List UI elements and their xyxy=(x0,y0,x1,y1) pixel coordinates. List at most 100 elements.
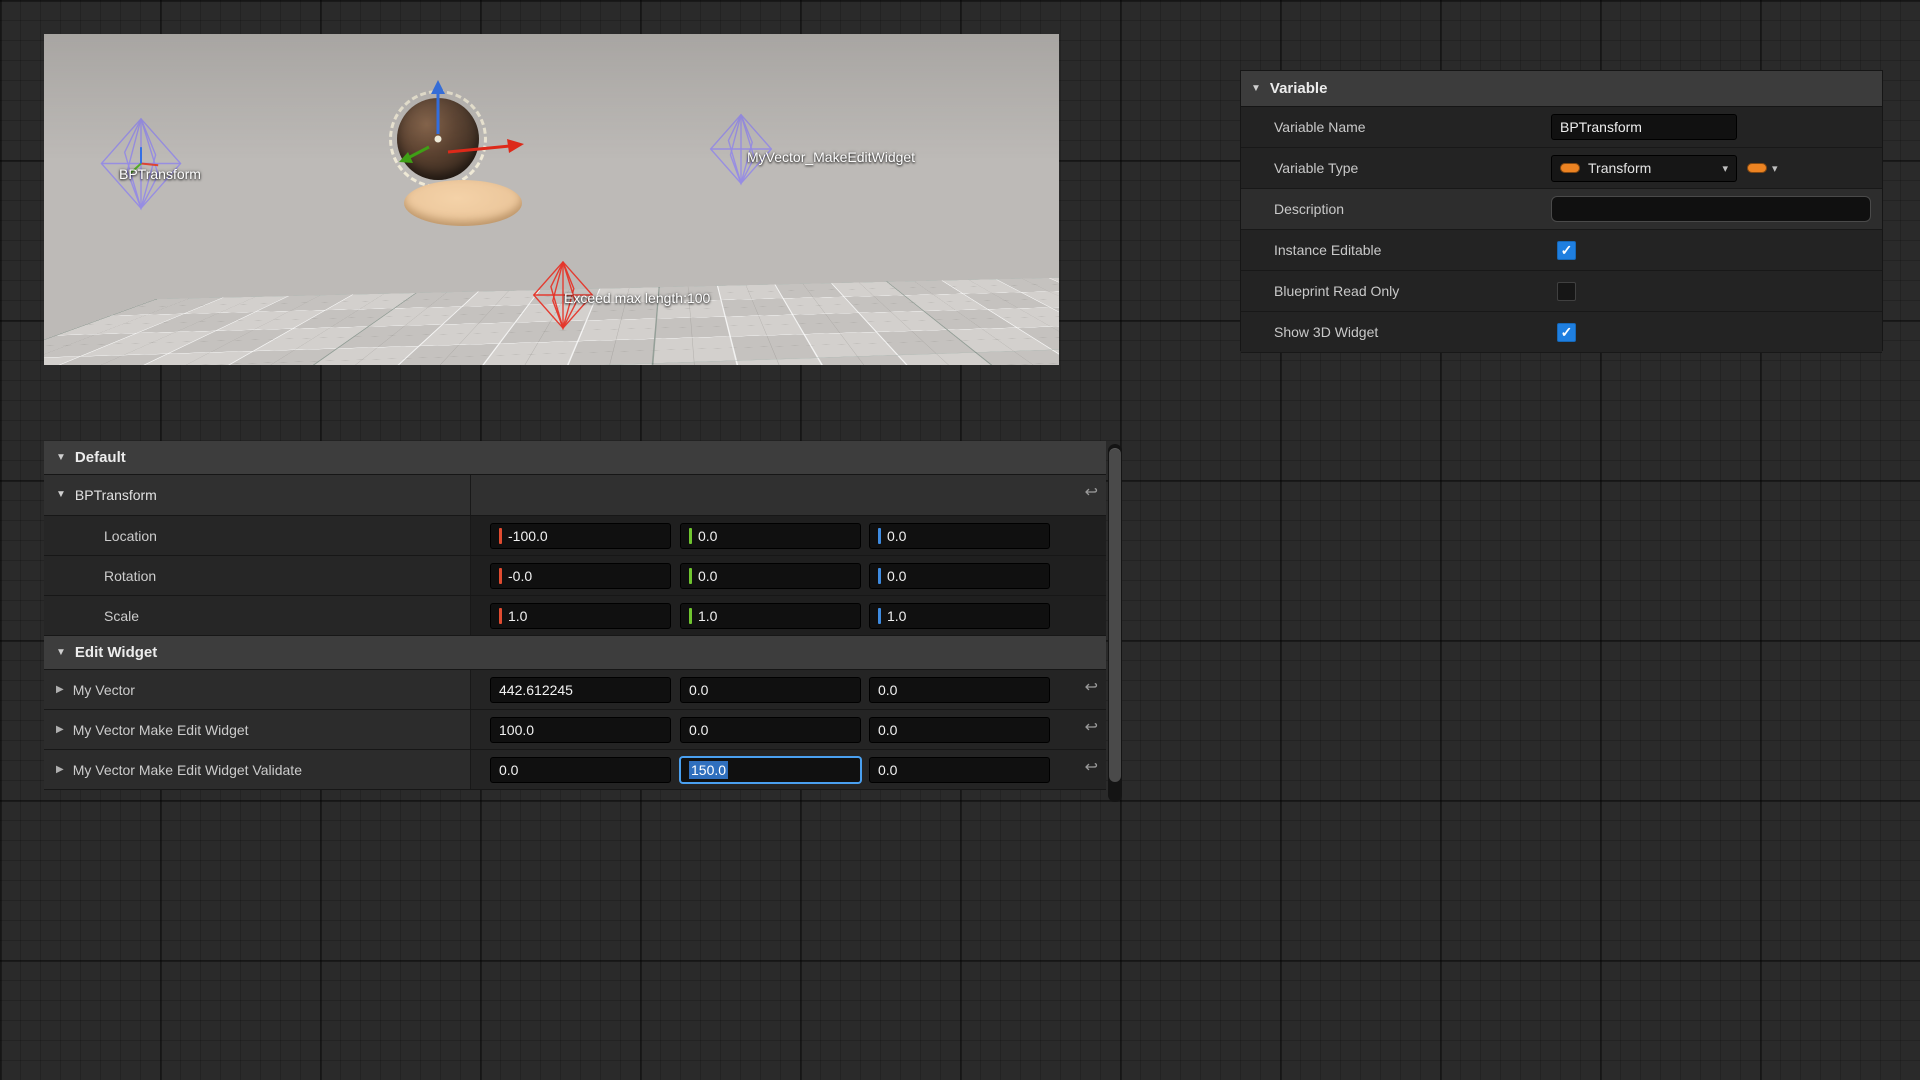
variable-name-label: Variable Name xyxy=(1241,119,1551,135)
mv-mewv-y-value: 150.0 xyxy=(689,761,728,779)
bptransform-3d-label: BPTransform xyxy=(119,166,201,182)
chevron-right-icon: ▶ xyxy=(56,685,64,695)
rotation-label: Rotation xyxy=(104,568,156,584)
mv-mew-x-value: 100.0 xyxy=(499,722,534,738)
variable-section-header[interactable]: ▼ Variable xyxy=(1241,71,1882,107)
rotation-x-field[interactable]: -0.0 xyxy=(490,563,671,589)
scale-y-field[interactable]: 1.0 xyxy=(680,603,861,629)
variable-type-label: Variable Type xyxy=(1241,160,1551,176)
reset-to-default-button[interactable]: ↩ xyxy=(1085,680,1098,696)
location-label: Location xyxy=(104,528,157,544)
mv-mew-x-field[interactable]: 100.0 xyxy=(490,717,671,743)
my-vector-z-field[interactable]: 0.0 xyxy=(869,677,1050,703)
my-vector-z-value: 0.0 xyxy=(878,682,897,698)
scale-x-value: 1.0 xyxy=(508,608,527,624)
mv-mewv-z-field[interactable]: 0.0 xyxy=(869,757,1050,783)
variable-name-row: Variable Name BPTransform xyxy=(1241,107,1882,148)
my-vector-y-field[interactable]: 0.0 xyxy=(680,677,861,703)
mv-mewv-y-field-selected[interactable]: 150.0 xyxy=(680,757,861,783)
my-vector-x-field[interactable]: 442.612245 xyxy=(490,677,671,703)
z-axis-strip-icon xyxy=(878,568,881,584)
rotation-row: Rotation -0.0 0.0 0.0 xyxy=(44,556,1106,596)
my-vector-x-value: 442.612245 xyxy=(499,682,573,698)
instance-editable-checkbox[interactable]: ✓ xyxy=(1557,241,1576,260)
defaults-details-panel: ▼ Default ▼ BPTransform ↩ Location -100.… xyxy=(44,441,1106,790)
x-axis-strip-icon xyxy=(499,568,502,584)
rotation-z-field[interactable]: 0.0 xyxy=(869,563,1050,589)
mv-mew-z-value: 0.0 xyxy=(878,722,897,738)
rotation-x-value: -0.0 xyxy=(508,568,532,584)
container-type-selector[interactable]: ▾ xyxy=(1747,162,1778,175)
location-y-field[interactable]: 0.0 xyxy=(680,523,861,549)
bptransform-widget-wireframe[interactable] xyxy=(98,116,184,211)
bptransform-label: BPTransform xyxy=(75,487,157,503)
mv-mewv-z-value: 0.0 xyxy=(878,762,897,778)
scale-row: Scale 1.0 1.0 1.0 xyxy=(44,596,1106,636)
mv-mew-z-field[interactable]: 0.0 xyxy=(869,717,1050,743)
chevron-down-icon: ▾ xyxy=(1722,162,1728,175)
chevron-down-icon: ▼ xyxy=(56,453,66,463)
my-vector-make-edit-widget-row[interactable]: ▶ My Vector Make Edit Widget 100.0 0.0 0… xyxy=(44,710,1106,750)
rotation-z-value: 0.0 xyxy=(887,568,906,584)
location-x-field[interactable]: -100.0 xyxy=(490,523,671,549)
x-axis-strip-icon xyxy=(499,528,502,544)
y-axis-strip-icon xyxy=(689,608,692,624)
chevron-right-icon: ▶ xyxy=(56,725,64,735)
description-label: Description xyxy=(1241,201,1551,217)
description-row: Description xyxy=(1241,189,1882,230)
reset-to-default-button[interactable]: ↩ xyxy=(1085,720,1098,736)
my-vector-label: My Vector xyxy=(73,682,135,698)
scale-z-value: 1.0 xyxy=(887,608,906,624)
reset-to-default-button[interactable]: ↩ xyxy=(1085,760,1098,776)
x-axis-strip-icon xyxy=(499,608,502,624)
blueprint-read-only-row: Blueprint Read Only xyxy=(1241,271,1882,312)
3d-preview-viewport[interactable]: BPTransform MyVector_MakeEditWidget Exce… xyxy=(44,34,1059,365)
chevron-down-icon: ▾ xyxy=(1772,162,1778,175)
variable-type-value: Transform xyxy=(1588,160,1714,176)
default-category-header[interactable]: ▼ Default xyxy=(44,441,1106,475)
variable-section-title: Variable xyxy=(1270,80,1328,97)
mv-mewv-x-field[interactable]: 0.0 xyxy=(490,757,671,783)
rotation-y-field[interactable]: 0.0 xyxy=(680,563,861,589)
exceed-max-length-3d-label: Exceed max length:100 xyxy=(564,290,710,306)
chevron-right-icon: ▶ xyxy=(56,765,64,775)
variable-details-panel: ▼ Variable Variable Name BPTransform Var… xyxy=(1240,70,1883,351)
location-y-value: 0.0 xyxy=(698,528,717,544)
my-vector-row[interactable]: ▶ My Vector 442.612245 0.0 0.0 ↩ xyxy=(44,670,1106,710)
transform-pin-icon xyxy=(1747,163,1767,173)
blueprint-read-only-checkbox[interactable] xyxy=(1557,282,1576,301)
my-vector-make-edit-widget-validate-row[interactable]: ▶ My Vector Make Edit Widget Validate 0.… xyxy=(44,750,1106,790)
show-3d-widget-checkbox[interactable]: ✓ xyxy=(1557,323,1576,342)
widget-disc xyxy=(404,180,522,226)
transform-pin-icon xyxy=(1560,163,1580,173)
scrollbar-thumb[interactable] xyxy=(1109,448,1121,782)
reset-to-default-button[interactable]: ↩ xyxy=(1085,485,1098,501)
variable-type-dropdown[interactable]: Transform ▾ xyxy=(1551,155,1737,182)
y-axis-strip-icon xyxy=(689,528,692,544)
instance-editable-row: Instance Editable ✓ xyxy=(1241,230,1882,271)
my-vector-y-value: 0.0 xyxy=(689,682,708,698)
chevron-down-icon: ▼ xyxy=(56,648,66,658)
location-x-value: -100.0 xyxy=(508,528,548,544)
my-vector-make-edit-widget-validate-label: My Vector Make Edit Widget Validate xyxy=(73,762,302,778)
description-input[interactable] xyxy=(1551,196,1871,222)
show-3d-widget-label: Show 3D Widget xyxy=(1241,324,1551,340)
scale-z-field[interactable]: 1.0 xyxy=(869,603,1050,629)
instance-editable-label: Instance Editable xyxy=(1241,242,1551,258)
check-icon: ✓ xyxy=(1561,325,1573,339)
mv-mew-y-field[interactable]: 0.0 xyxy=(680,717,861,743)
show-3d-widget-row: Show 3D Widget ✓ xyxy=(1241,312,1882,353)
bptransform-row[interactable]: ▼ BPTransform ↩ xyxy=(44,475,1106,516)
scale-x-field[interactable]: 1.0 xyxy=(490,603,671,629)
location-z-field[interactable]: 0.0 xyxy=(869,523,1050,549)
details-scrollbar[interactable] xyxy=(1108,444,1122,802)
sphere-mesh[interactable] xyxy=(397,98,479,180)
blueprint-read-only-label: Blueprint Read Only xyxy=(1241,283,1551,299)
default-category-title: Default xyxy=(75,449,126,466)
variable-name-input[interactable]: BPTransform xyxy=(1551,114,1737,140)
mv-mew-y-value: 0.0 xyxy=(689,722,708,738)
location-row: Location -100.0 0.0 0.0 xyxy=(44,516,1106,556)
edit-widget-category-header[interactable]: ▼ Edit Widget xyxy=(44,636,1106,670)
z-axis-strip-icon xyxy=(878,608,881,624)
mv-mewv-x-value: 0.0 xyxy=(499,762,518,778)
